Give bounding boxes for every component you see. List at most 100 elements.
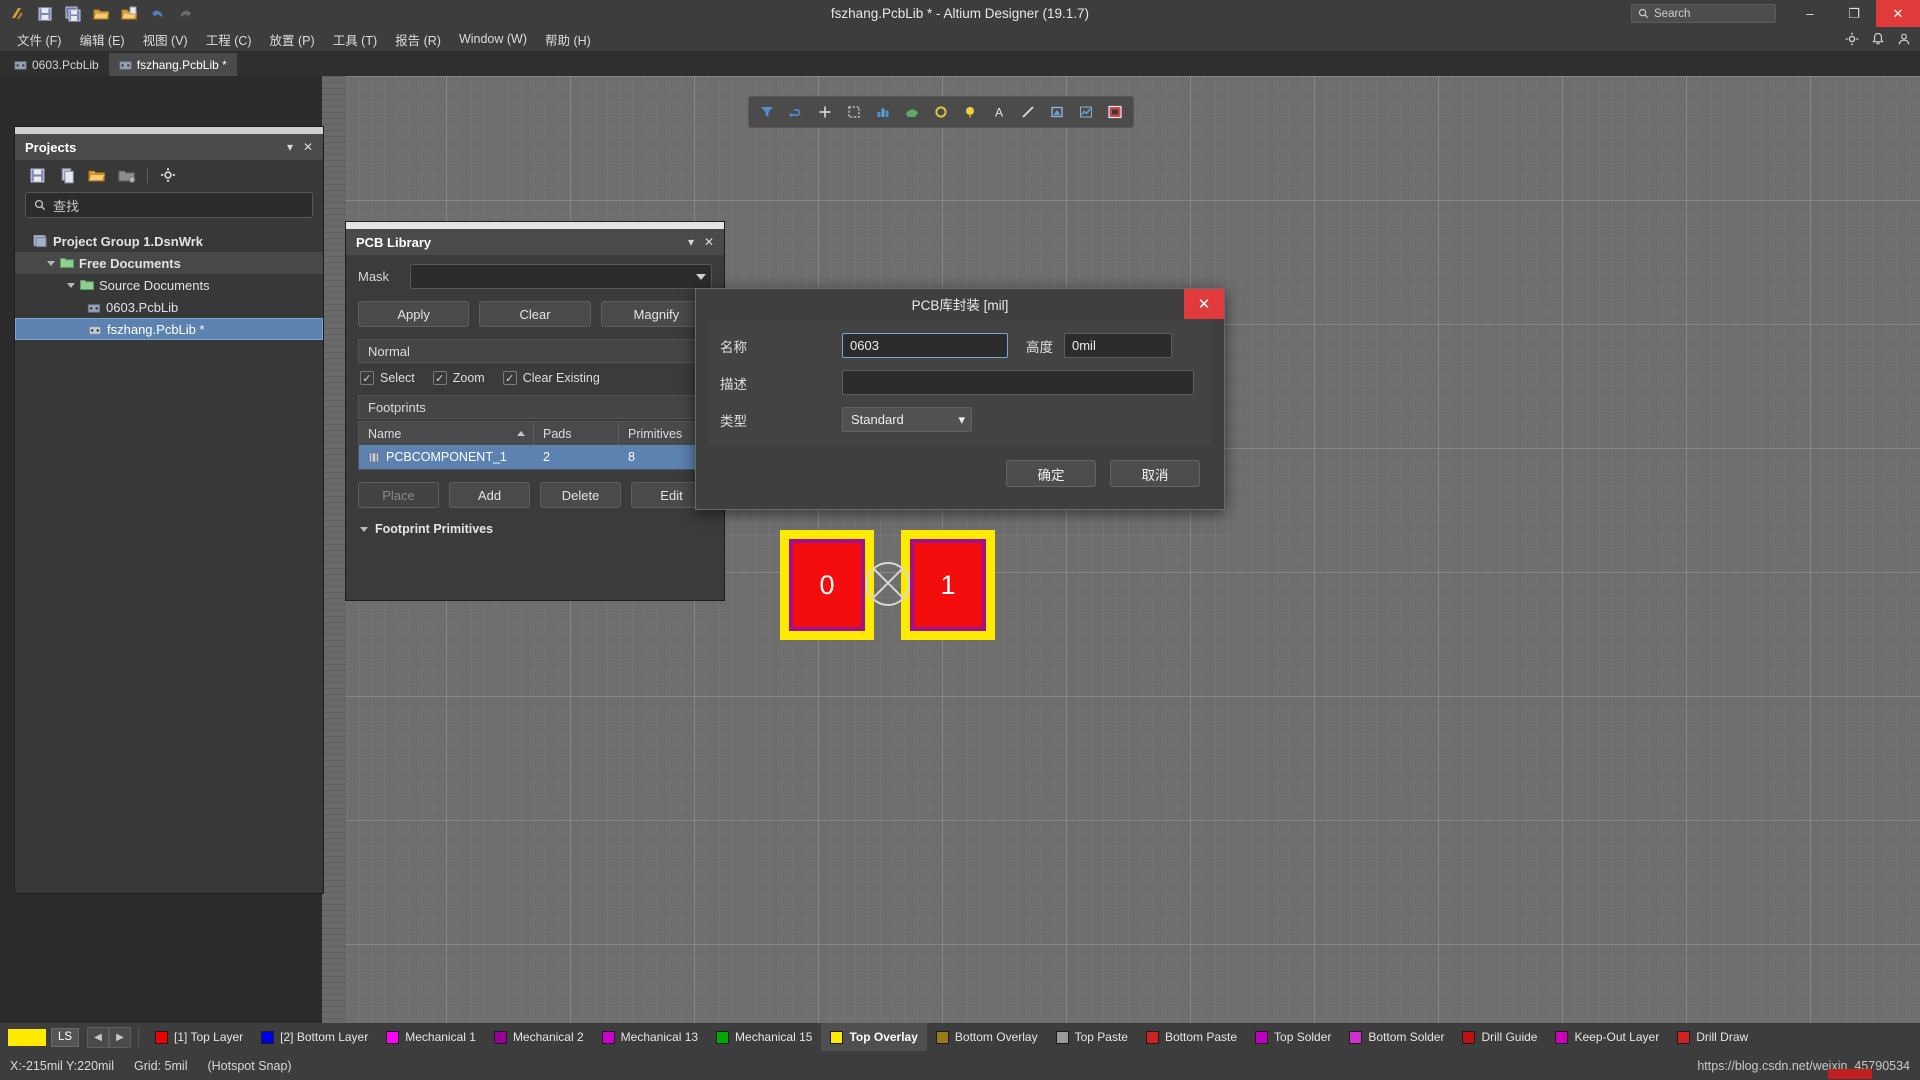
panel-drag-handle[interactable] [15,127,323,134]
layer-tab[interactable]: Mechanical 15 [707,1023,821,1051]
chevron-down-icon[interactable] [360,526,368,532]
layer-tab[interactable]: Bottom Overlay [927,1023,1047,1051]
apply-button[interactable]: Apply [358,301,470,327]
menu-edit[interactable]: 编辑 (E) [70,27,133,52]
menu-window[interactable]: Window (W) [450,29,536,49]
layer-tab[interactable]: Mechanical 1 [377,1023,485,1051]
undo-icon[interactable] [144,2,170,26]
place-pad-icon[interactable] [840,99,868,125]
save-icon[interactable] [32,2,58,26]
add-folder-icon[interactable] [117,165,137,185]
name-input[interactable]: 0603 [842,333,1008,358]
layer-set-button[interactable]: LS [51,1027,79,1047]
column-header-pads[interactable]: Pads [534,422,619,445]
table-row[interactable]: PCBCOMPONENT_1 2 8 [359,445,711,469]
description-input[interactable] [842,370,1194,395]
open-folder-icon[interactable] [87,165,107,185]
layer-tab[interactable]: Top Overlay [821,1023,927,1051]
checkbox-zoom[interactable]: ✓ Zoom [432,371,485,385]
user-icon[interactable] [1896,31,1912,47]
footprint-primitives-section[interactable]: Footprint Primitives [346,508,724,536]
add-button[interactable]: Add [449,482,530,508]
chevron-down-icon[interactable] [47,260,55,266]
tab-0603-pcblib[interactable]: 0603.PcbLib [4,53,109,76]
checkbox-select[interactable]: ✓ Select [360,371,415,385]
ok-button[interactable]: 确定 [1006,460,1096,487]
search-input[interactable]: Search [1631,4,1776,23]
mask-combo[interactable] [410,264,712,289]
projects-search-input[interactable]: 查找 [25,192,313,218]
bell-icon[interactable] [1870,31,1886,47]
menu-help[interactable]: 帮助 (H) [536,27,600,52]
layer-tab[interactable]: [2] Bottom Layer [252,1023,377,1051]
tree-item-0603-pcblib[interactable]: 0603.PcbLib [15,296,323,318]
tab-fszhang-pcblib[interactable]: fszhang.PcbLib * [108,53,237,76]
pad-0[interactable]: 0 [780,530,874,640]
projects-close-icon[interactable]: ✕ [299,138,317,156]
layer-tab[interactable]: Top Paste [1047,1023,1137,1051]
footprint-graphic[interactable]: 0 1 [780,530,995,640]
menu-project[interactable]: 工程 (C) [197,27,261,52]
type-select[interactable]: Standard ▾ [842,407,972,432]
delete-button[interactable]: Delete [540,482,621,508]
net-icon[interactable] [782,99,810,125]
menu-file[interactable]: 文件 (F) [8,27,70,52]
chevron-down-icon [696,273,706,280]
checkbox-clear-existing[interactable]: ✓ Clear Existing [502,371,600,385]
minimize-button[interactable]: – [1788,0,1832,27]
copy-icon[interactable] [57,165,77,185]
projects-collapse-icon[interactable]: ▾ [281,138,299,156]
menu-view[interactable]: 视图 (V) [134,27,197,52]
place-round-icon[interactable] [956,99,984,125]
layer-tab[interactable]: Bottom Paste [1137,1023,1246,1051]
tree-item-source-documents[interactable]: Source Documents [15,274,323,296]
place-fill-icon[interactable] [898,99,926,125]
settings-gear-icon[interactable] [158,165,178,185]
layer-tab[interactable]: Mechanical 13 [593,1023,707,1051]
menu-reports[interactable]: 报告 (R) [386,27,450,52]
open-folder-icon[interactable] [88,2,114,26]
altium-logo-icon[interactable] [4,2,30,26]
layer-next-button[interactable]: ▶ [109,1026,131,1048]
pcblib-collapse-icon[interactable]: ▾ [682,233,700,251]
tree-item-project-group[interactable]: Project Group 1.DsnWrk [15,230,323,252]
layer-tab[interactable]: Drill Draw [1668,1023,1757,1051]
pcblib-drag-handle[interactable] [346,222,724,229]
place-component-icon[interactable] [1101,99,1129,125]
layer-tab[interactable]: [1] Top Layer [146,1023,252,1051]
place-polygon-icon[interactable] [869,99,897,125]
height-input[interactable]: 0mil [1064,333,1172,358]
pcblib-close-icon[interactable]: ✕ [700,233,718,251]
maximize-button[interactable]: ❐ [1832,0,1876,27]
menu-place[interactable]: 放置 (P) [261,27,324,52]
place-dimension-icon[interactable] [1072,99,1100,125]
place-arc-icon[interactable] [927,99,955,125]
place-via-icon[interactable] [811,99,839,125]
open-project-icon[interactable] [116,2,142,26]
normal-mode-selector[interactable]: Normal [358,339,712,363]
layer-tab[interactable]: Drill Guide [1453,1023,1546,1051]
save-all-icon[interactable] [60,2,86,26]
menu-tools[interactable]: 工具 (T) [324,27,386,52]
layer-prev-button[interactable]: ◀ [87,1026,109,1048]
clear-button[interactable]: Clear [479,301,591,327]
column-header-name[interactable]: Name [359,422,534,445]
gear-icon[interactable] [1844,31,1860,47]
place-line-icon[interactable] [1014,99,1042,125]
chevron-down-icon[interactable] [67,282,75,288]
tree-item-free-documents[interactable]: Free Documents [15,252,323,274]
place-region-icon[interactable] [1043,99,1071,125]
save-icon[interactable] [27,165,47,185]
active-layer-swatch[interactable] [8,1028,46,1046]
layer-tab[interactable]: Top Solder [1246,1023,1340,1051]
close-button[interactable]: ✕ [1876,0,1920,27]
cancel-button[interactable]: 取消 [1110,460,1200,487]
layer-tab[interactable]: Keep-Out Layer [1546,1023,1668,1051]
place-string-icon[interactable]: A [985,99,1013,125]
dialog-close-button[interactable]: ✕ [1184,289,1224,319]
tree-item-fszhang-pcblib[interactable]: fszhang.PcbLib * [15,318,323,340]
layer-tab[interactable]: Mechanical 2 [485,1023,593,1051]
layer-tab[interactable]: Bottom Solder [1340,1023,1453,1051]
pad-1[interactable]: 1 [901,530,995,640]
filter-icon[interactable] [753,99,781,125]
